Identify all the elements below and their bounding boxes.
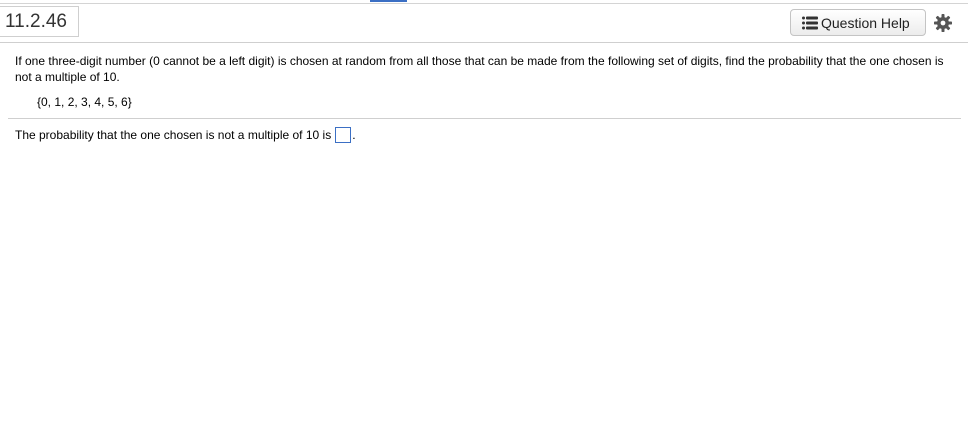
answer-suffix: . <box>352 128 356 142</box>
list-icon <box>802 16 818 29</box>
gear-icon[interactable] <box>934 14 952 32</box>
divider <box>8 118 961 119</box>
question-help-button[interactable]: Question Help <box>790 9 926 36</box>
question-header: 11.2.46 Question Help <box>0 4 968 43</box>
question-text: If one three-digit number (0 cannot be a… <box>15 54 944 84</box>
question-help-label: Question Help <box>821 14 910 31</box>
top-accent-bar <box>370 0 407 2</box>
question-number-box: 11.2.46 <box>0 6 79 37</box>
answer-prompt: The probability that the one chosen is n… <box>15 128 332 142</box>
answer-line: The probability that the one chosen is n… <box>15 127 356 143</box>
answer-input[interactable] <box>335 127 352 143</box>
digit-set: {0, 1, 2, 3, 4, 5, 6} <box>37 95 132 109</box>
question-number: 11.2.46 <box>5 11 67 32</box>
